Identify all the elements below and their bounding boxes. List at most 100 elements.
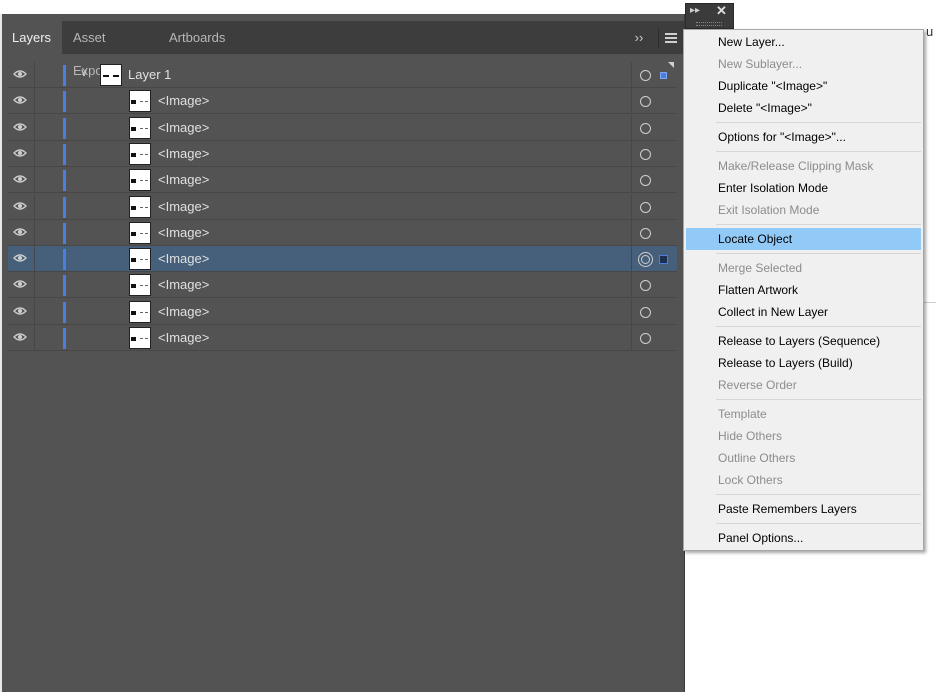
- sublayer-row[interactable]: <Image>: [8, 141, 677, 167]
- sublayer-row[interactable]: <Image>: [8, 167, 677, 193]
- target-circle-icon[interactable]: [638, 252, 653, 267]
- layer-thumbnail: [100, 64, 122, 86]
- eye-icon[interactable]: [13, 95, 27, 105]
- lock-toggle[interactable]: [35, 62, 61, 88]
- sublayer-name[interactable]: <Image>: [158, 220, 209, 246]
- menu-item-enter-isolation-mode[interactable]: Enter Isolation Mode: [686, 177, 921, 199]
- panel-menu-button[interactable]: [658, 28, 680, 48]
- eye-icon[interactable]: [13, 332, 27, 342]
- lock-toggle[interactable]: [35, 325, 61, 351]
- sublayer-row[interactable]: <Image>: [8, 246, 677, 272]
- panel-tab-bar: Layers Asset Export Artboards ››: [2, 21, 685, 78]
- eye-icon[interactable]: [13, 279, 27, 289]
- sublayer-name[interactable]: <Image>: [158, 88, 209, 114]
- eye-icon[interactable]: [13, 174, 27, 184]
- target-circle-icon[interactable]: [640, 70, 651, 81]
- lock-toggle[interactable]: [35, 194, 61, 220]
- target-circle-icon[interactable]: [640, 307, 651, 318]
- chevron-down-icon[interactable]: ∨: [80, 66, 94, 80]
- column-divider: [631, 246, 632, 272]
- menu-item-delete-image[interactable]: Delete "<Image>": [686, 97, 921, 119]
- sublayer-row[interactable]: <Image>: [8, 88, 677, 114]
- menu-separator: [716, 399, 921, 400]
- sublayer-row[interactable]: <Image>: [8, 115, 677, 141]
- tab-layers[interactable]: Layers: [2, 21, 62, 54]
- menu-item-exit-isolation-mode[interactable]: Exit Isolation Mode: [686, 199, 921, 221]
- layer-name[interactable]: Layer 1: [128, 62, 171, 88]
- target-circle-icon[interactable]: [640, 228, 651, 239]
- menu-item-reverse-order[interactable]: Reverse Order: [686, 374, 921, 396]
- eye-icon[interactable]: [13, 201, 27, 211]
- menu-item-duplicate-image[interactable]: Duplicate "<Image>": [686, 75, 921, 97]
- menu-item-flatten-artwork[interactable]: Flatten Artwork: [686, 279, 921, 301]
- sublayer-row[interactable]: <Image>: [8, 194, 677, 220]
- tab-asset-export[interactable]: Asset Export: [63, 21, 155, 78]
- menu-separator: [716, 253, 921, 254]
- menu-item-options-for-image[interactable]: Options for "<Image>"...: [686, 126, 921, 148]
- image-thumbnail: [129, 222, 151, 244]
- panel-dock-header[interactable]: ▸▸ ✕: [685, 3, 734, 29]
- menu-item-new-layer[interactable]: New Layer...: [686, 31, 921, 53]
- sublayer-name[interactable]: <Image>: [158, 141, 209, 167]
- target-circle-icon[interactable]: [640, 333, 651, 344]
- target-circle-icon[interactable]: [640, 123, 651, 134]
- target-circle-icon[interactable]: [640, 149, 651, 160]
- menu-item-hide-others[interactable]: Hide Others: [686, 425, 921, 447]
- target-circle-icon[interactable]: [640, 202, 651, 213]
- sublayer-row[interactable]: <Image>: [8, 325, 677, 351]
- menu-item-lock-others[interactable]: Lock Others: [686, 469, 921, 491]
- eye-icon[interactable]: [13, 227, 27, 237]
- menu-item-release-to-layers-sequence[interactable]: Release to Layers (Sequence): [686, 330, 921, 352]
- menu-item-outline-others[interactable]: Outline Others: [686, 447, 921, 469]
- menu-item-locate-object[interactable]: Locate Object: [686, 228, 921, 250]
- menu-item-collect-in-new-layer[interactable]: Collect in New Layer: [686, 301, 921, 323]
- lock-toggle[interactable]: [35, 88, 61, 114]
- tab-artboards[interactable]: Artboards: [159, 21, 237, 54]
- layer-color-bar: [63, 118, 66, 139]
- lock-toggle[interactable]: [35, 115, 61, 141]
- eye-icon[interactable]: [13, 69, 27, 79]
- lock-toggle[interactable]: [35, 141, 61, 167]
- lock-toggle[interactable]: [35, 220, 61, 246]
- target-circle-icon[interactable]: [640, 175, 651, 186]
- sublayer-row[interactable]: <Image>: [8, 272, 677, 298]
- sublayer-name[interactable]: <Image>: [158, 299, 209, 325]
- lock-toggle[interactable]: [35, 272, 61, 298]
- lock-toggle[interactable]: [35, 167, 61, 193]
- sublayer-name[interactable]: <Image>: [158, 272, 209, 298]
- menu-item-make-release-clipping-mask[interactable]: Make/Release Clipping Mask: [686, 155, 921, 177]
- target-circle-icon[interactable]: [640, 96, 651, 107]
- menu-item-template[interactable]: Template: [686, 403, 921, 425]
- menu-item-paste-remembers-layers[interactable]: Paste Remembers Layers: [686, 498, 921, 520]
- sublayer-row[interactable]: <Image>: [8, 220, 677, 246]
- layer-color-bar: [63, 223, 66, 244]
- eye-icon[interactable]: [13, 306, 27, 316]
- double-chevron-right-icon[interactable]: ››: [630, 29, 648, 47]
- menu-item-new-sublayer[interactable]: New Sublayer...: [686, 53, 921, 75]
- close-icon[interactable]: ✕: [716, 4, 730, 18]
- layer-color-bar: [63, 328, 66, 349]
- double-chevron-right-icon[interactable]: ▸▸: [690, 5, 706, 17]
- sublayer-name[interactable]: <Image>: [158, 167, 209, 193]
- layer-row[interactable]: ∨ Layer 1: [8, 62, 677, 88]
- menu-separator: [716, 224, 921, 225]
- menu-item-panel-options[interactable]: Panel Options...: [686, 527, 921, 549]
- image-thumbnail: [129, 143, 151, 165]
- menu-item-merge-selected[interactable]: Merge Selected: [686, 257, 921, 279]
- selection-indicator[interactable]: [659, 255, 668, 264]
- target-circle-icon[interactable]: [640, 280, 651, 291]
- sublayer-row[interactable]: <Image>: [8, 299, 677, 325]
- sublayer-name[interactable]: <Image>: [158, 325, 209, 351]
- sublayer-name[interactable]: <Image>: [158, 194, 209, 220]
- drag-grip-icon[interactable]: [696, 22, 722, 26]
- lock-toggle[interactable]: [35, 299, 61, 325]
- lock-toggle[interactable]: [35, 246, 61, 272]
- sublayer-name[interactable]: <Image>: [158, 246, 209, 272]
- menu-item-release-to-layers-build[interactable]: Release to Layers (Build): [686, 352, 921, 374]
- sublayer-name[interactable]: <Image>: [158, 115, 209, 141]
- eye-icon[interactable]: [13, 253, 27, 263]
- eye-icon[interactable]: [13, 122, 27, 132]
- layers-panel: Layers Asset Export Artboards ›› ∨ Layer …: [2, 14, 685, 692]
- eye-icon[interactable]: [13, 148, 27, 158]
- selection-indicator[interactable]: [660, 72, 667, 79]
